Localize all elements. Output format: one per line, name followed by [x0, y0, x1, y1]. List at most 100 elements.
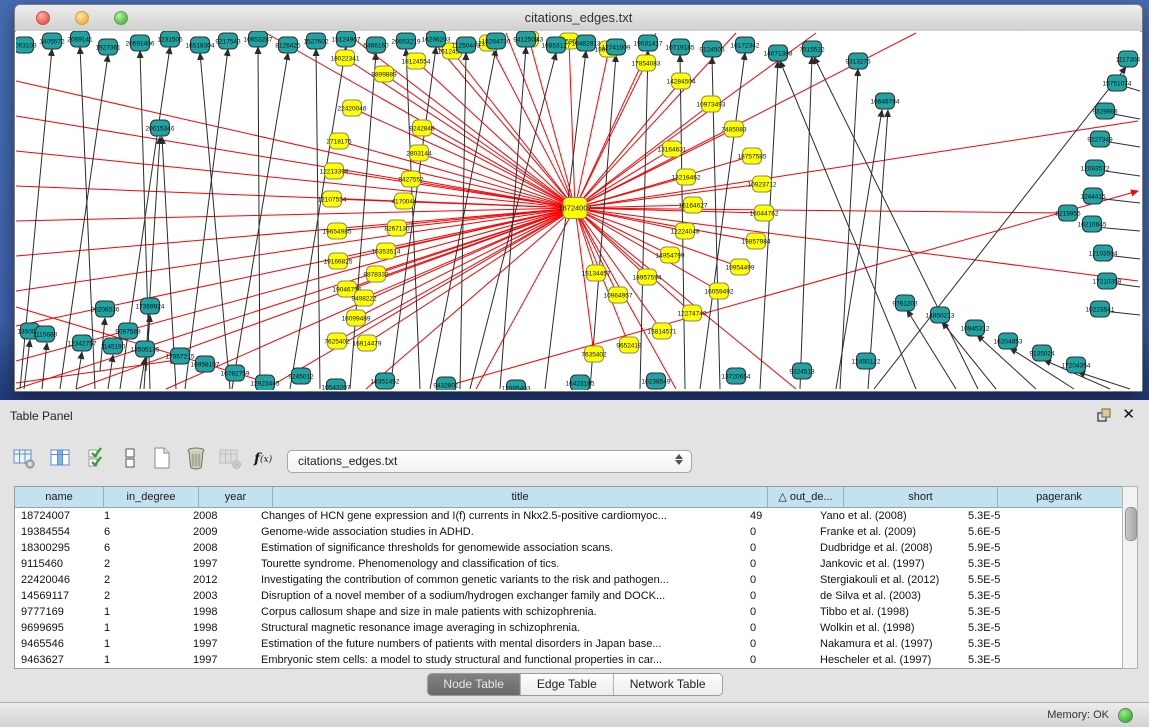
table-cell[interactable]: 9465546 [15, 636, 98, 652]
table-row[interactable]: 1872400712008Changes of HCN gene express… [15, 508, 1122, 524]
table-cell[interactable]: 0 [744, 636, 814, 652]
table-cell[interactable]: Estimation of the future numbers of pati… [255, 636, 744, 652]
citation-network-graph[interactable]: 1872400722420046271817612213398121075541… [16, 31, 1140, 390]
table-row[interactable]: 946362711997Embryonic stem cells: a mode… [15, 652, 1122, 668]
table-row[interactable]: 969969511998Structural magnetic resonanc… [15, 620, 1122, 636]
table-select-dropdown[interactable]: citations_edges.txt [287, 450, 692, 473]
table-cell[interactable]: Dudbridge et al. (2008) [814, 540, 962, 556]
table-row[interactable]: 1830029562008Estimation of significance … [15, 540, 1122, 556]
column-header-year[interactable]: year [199, 487, 273, 507]
table-cell[interactable]: Investigating the contribution of common… [255, 572, 744, 588]
table-cell[interactable]: Wolkin et al. (1998) [814, 620, 962, 636]
table-cell[interactable]: Yano et al. (2008) [814, 508, 962, 524]
table-cell[interactable]: 0 [744, 652, 814, 668]
table-cell[interactable]: 2 [98, 588, 187, 604]
tab-edge-table[interactable]: Edge Table [521, 674, 614, 695]
network-canvas[interactable]: 1872400722420046271817612213398121075541… [16, 31, 1140, 390]
column-header-out_de[interactable]: △ out_de... [768, 487, 844, 507]
table-row[interactable]: 2242004622012Investigating the contribut… [15, 572, 1122, 588]
table-cell[interactable]: Changes of HCN gene expression and I(f) … [255, 508, 744, 524]
table-scrollbar-thumb[interactable] [1125, 507, 1137, 541]
table-cell[interactable]: 5.3E-5 [962, 588, 1078, 604]
table-cell[interactable]: 0 [744, 572, 814, 588]
table-cell[interactable]: 2 [98, 572, 187, 588]
table-cell[interactable]: 49 [744, 508, 814, 524]
column-header-name[interactable]: name [15, 487, 104, 507]
table-cell[interactable]: 9463627 [15, 652, 98, 668]
table-cell[interactable]: 6 [98, 540, 187, 556]
table-cell[interactable]: Franke et al. (2009) [814, 524, 962, 540]
table-cell[interactable]: 14569117 [15, 588, 98, 604]
table-cell[interactable]: 2008 [187, 508, 255, 524]
table-cell[interactable]: 5.3E-5 [962, 620, 1078, 636]
table-cell[interactable]: 5.3E-5 [962, 508, 1078, 524]
table-cell[interactable]: 18300295 [15, 540, 98, 556]
table-cell[interactable]: Genome-wide association studies in ADHD. [255, 524, 744, 540]
function-builder-button[interactable]: f (x) [250, 444, 282, 472]
table-row[interactable]: 946554611997Estimation of the future num… [15, 636, 1122, 652]
table-cell[interactable]: 2008 [187, 540, 255, 556]
table-cell[interactable]: 0 [744, 540, 814, 556]
table-cell[interactable]: 9777169 [15, 604, 98, 620]
table-cell[interactable]: 2003 [187, 588, 255, 604]
table-cell[interactable]: 5.9E-5 [962, 540, 1078, 556]
table-cell[interactable]: 1997 [187, 636, 255, 652]
table-cell[interactable]: Nakamura et al. (1997) [814, 636, 962, 652]
table-cell[interactable]: Structural magnetic resonance image aver… [255, 620, 744, 636]
table-row[interactable]: 1938455462009Genome-wide association stu… [15, 524, 1122, 540]
table-scrollbar[interactable] [1122, 486, 1138, 669]
table-cell[interactable]: 6 [98, 524, 187, 540]
table-cell[interactable]: 1997 [187, 556, 255, 572]
table-cell[interactable]: Tibbo et al. (1998) [814, 604, 962, 620]
column-header-short[interactable]: short [844, 487, 998, 507]
table-cell[interactable]: 9699695 [15, 620, 98, 636]
table-cell[interactable]: 18724007 [15, 508, 98, 524]
create-table-button[interactable] [148, 444, 176, 472]
show-columns-button[interactable] [46, 444, 74, 472]
table-row[interactable]: 911546021997Tourette syndrome. Phenomeno… [15, 556, 1122, 572]
table-cell[interactable]: 0 [744, 588, 814, 604]
delete-table-button[interactable] [182, 444, 210, 472]
table-row[interactable]: 977716911998Corpus callosum shape and si… [15, 604, 1122, 620]
table-cell[interactable]: 1 [98, 604, 187, 620]
table-cell[interactable]: Stergiakouli et al. (2012) [814, 572, 962, 588]
table-cell[interactable]: 2 [98, 556, 187, 572]
table-cell[interactable]: 2009 [187, 524, 255, 540]
table-cell[interactable]: Corpus callosum shape and size in male p… [255, 604, 744, 620]
window-titlebar[interactable]: citations_edges.txt [15, 5, 1142, 32]
table-cell[interactable]: 5.5E-5 [962, 572, 1078, 588]
table-cell[interactable]: 5.3E-5 [962, 604, 1078, 620]
table-cell[interactable]: 5.3E-5 [962, 652, 1078, 668]
table-cell[interactable]: 5.3E-5 [962, 636, 1078, 652]
table-cell[interactable]: Estimation of significance thresholds fo… [255, 540, 744, 556]
table-cell[interactable]: 1997 [187, 652, 255, 668]
table-cell[interactable]: 2012 [187, 572, 255, 588]
table-cell[interactable]: 19384554 [15, 524, 98, 540]
table-cell[interactable]: Tourette syndrome. Phenomenology and cla… [255, 556, 744, 572]
table-cell[interactable]: 1 [98, 652, 187, 668]
table-cell[interactable]: de Silva et al. (2003) [814, 588, 962, 604]
table-row[interactable]: 1456911722003Disruption of a novel membe… [15, 588, 1122, 604]
table-cell[interactable]: Disruption of a novel member of a sodium… [255, 588, 744, 604]
column-header-pagerank[interactable]: pagerank [998, 487, 1120, 507]
table-cell[interactable]: 5.3E-5 [962, 556, 1078, 572]
table-cell[interactable]: Jankovic et al. (1997) [814, 556, 962, 572]
table-cell[interactable]: 1 [98, 636, 187, 652]
table-cell[interactable]: 0 [744, 620, 814, 636]
table-cell[interactable]: 0 [744, 604, 814, 620]
table-mode-button[interactable] [10, 444, 38, 472]
table-cell[interactable]: 1998 [187, 620, 255, 636]
float-panel-icon[interactable] [1097, 408, 1111, 422]
close-panel-icon[interactable]: ✕ [1122, 405, 1135, 423]
row-options-button[interactable] [116, 444, 144, 472]
table-cell[interactable]: 0 [744, 556, 814, 572]
table-cell[interactable]: 0 [744, 524, 814, 540]
table-cell[interactable]: 9115460 [15, 556, 98, 572]
select-columns-button[interactable] [84, 444, 112, 472]
column-header-in_degree[interactable]: in_degree [104, 487, 199, 507]
table-cell[interactable]: Hescheler et al. (1997) [814, 652, 962, 668]
table-cell[interactable]: 1 [98, 508, 187, 524]
table-cell[interactable]: 22420046 [15, 572, 98, 588]
table-cell[interactable]: 5.6E-5 [962, 524, 1078, 540]
tab-network-table[interactable]: Network Table [614, 674, 722, 695]
